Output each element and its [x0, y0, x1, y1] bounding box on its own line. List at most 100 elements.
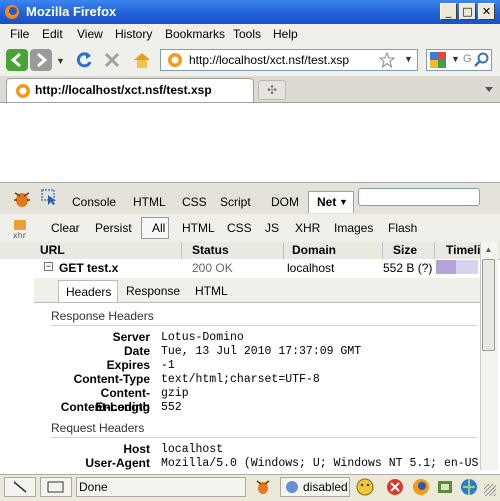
history-dropdown-icon[interactable]: ▼	[56, 56, 65, 66]
url-dropdown-icon[interactable]: ▼	[404, 54, 413, 64]
google-icon[interactable]	[430, 52, 448, 68]
menu-edit[interactable]: Edit	[42, 27, 63, 41]
addon-icon[interactable]	[412, 478, 430, 496]
site-identity-icon[interactable]	[167, 52, 183, 68]
collapse-row-icon[interactable]: −	[44, 262, 53, 271]
tab-script[interactable]: Script	[220, 195, 251, 209]
header-value: Tue, 13 Jul 2010 17:37:09 GMT	[161, 345, 362, 358]
page-favicon-icon	[16, 84, 30, 98]
menu-history[interactable]: History	[115, 27, 152, 41]
column-status[interactable]: Status	[192, 243, 229, 257]
url-bar[interactable]: http://localhost/xct.nsf/test.xsp ▼	[160, 49, 418, 71]
column-divider[interactable]	[181, 242, 182, 259]
home-icon[interactable]	[132, 50, 152, 70]
column-size[interactable]: Size	[393, 243, 417, 257]
menu-file[interactable]: File	[10, 27, 29, 41]
filter-images-button[interactable]: Images	[334, 221, 373, 235]
section-divider	[51, 325, 477, 326]
column-timeline[interactable]: Timeli	[446, 243, 480, 257]
disabled-label: disabled	[303, 480, 348, 494]
status-text-panel: Done	[76, 477, 246, 497]
timeline-bar	[436, 260, 456, 274]
tab-title: http://localhost/xct.nsf/test.xsp	[35, 83, 212, 97]
clear-button[interactable]: Clear	[51, 221, 80, 235]
search-placeholder-icon: G	[463, 53, 472, 65]
page-content[interactable]	[0, 103, 500, 182]
header-value: Mozilla/5.0 (Windows; U; Windows NT 5.1;…	[161, 457, 479, 470]
magnifier-icon[interactable]	[474, 52, 490, 68]
tab-css[interactable]: CSS	[182, 195, 207, 209]
header-name: Content-Length	[60, 400, 150, 414]
tool-icon[interactable]	[436, 478, 454, 496]
firefox-icon	[5, 5, 19, 19]
persist-button[interactable]: Persist	[95, 221, 132, 235]
firebug-status-icon[interactable]	[254, 478, 272, 496]
filter-html-button[interactable]: HTML	[182, 221, 215, 235]
header-value: 552	[161, 401, 182, 414]
resize-grip[interactable]	[484, 484, 496, 496]
column-divider[interactable]	[434, 242, 435, 259]
back-arrow-icon	[10, 52, 21, 68]
close-button[interactable]: ✕	[478, 3, 495, 20]
status-panel[interactable]	[4, 477, 36, 497]
tab-html-preview[interactable]: HTML	[195, 284, 228, 298]
column-domain[interactable]: Domain	[292, 243, 336, 257]
filter-css-button[interactable]: CSS	[227, 221, 252, 235]
header-name: Host	[123, 442, 150, 456]
smiley-icon[interactable]	[356, 478, 374, 496]
column-divider[interactable]	[283, 242, 284, 259]
bookmark-star-icon[interactable]	[379, 52, 395, 68]
firebug-bug-icon[interactable]	[12, 188, 32, 208]
tab-headers[interactable]: Headers	[58, 280, 118, 302]
maximize-button[interactable]: □	[459, 3, 476, 20]
tab-html[interactable]: HTML	[133, 195, 166, 209]
reload-icon[interactable]	[74, 50, 94, 70]
section-divider	[51, 437, 477, 438]
plugin-icon	[286, 481, 298, 493]
net-menu-dropdown-icon[interactable]: ▼	[339, 197, 348, 207]
tab-net[interactable]: Net ▼	[308, 191, 354, 213]
header-name: Expires	[106, 358, 150, 372]
filter-flash-button[interactable]: Flash	[388, 221, 417, 235]
tab-console[interactable]: Console	[72, 195, 116, 209]
tab-dom[interactable]: DOM	[271, 195, 299, 209]
filter-all-button[interactable]: All	[141, 217, 169, 239]
menu-view[interactable]: View	[77, 27, 103, 41]
globe-icon[interactable]	[460, 478, 478, 496]
request-headers-title: Request Headers	[51, 421, 145, 435]
status-text: Done	[79, 480, 108, 494]
error-icon[interactable]	[386, 478, 404, 496]
url-text: http://localhost/xct.nsf/test.xsp	[189, 53, 350, 67]
column-divider[interactable]	[382, 242, 383, 259]
inspect-element-icon[interactable]	[40, 188, 58, 206]
menu-tools[interactable]: Tools	[233, 27, 261, 41]
scroll-up-icon[interactable]: ▲	[482, 243, 495, 257]
request-status: 200 OK	[192, 261, 233, 275]
filter-xhr-button[interactable]: XHR	[295, 221, 320, 235]
svg-text:xhr: xhr	[13, 231, 27, 239]
minimize-button[interactable]: _	[440, 3, 457, 20]
menu-bookmarks[interactable]: Bookmarks	[165, 27, 225, 41]
scrollbar-thumb[interactable]	[482, 259, 495, 351]
tab-response[interactable]: Response	[126, 284, 180, 298]
response-headers-title: Response Headers	[51, 309, 154, 323]
status-panel[interactable]	[40, 477, 72, 497]
xhr-icon: xhr	[13, 220, 27, 239]
forward-button[interactable]	[30, 49, 52, 71]
window-title: Mozilla Firefox	[26, 4, 117, 19]
column-url[interactable]: URL	[40, 243, 65, 257]
menu-help[interactable]: Help	[273, 27, 298, 41]
search-engine-dropdown-icon[interactable]: ▼	[451, 54, 460, 64]
search-input[interactable]: ▼ G	[426, 49, 492, 71]
status-disabled-panel[interactable]: disabled	[280, 477, 350, 497]
list-all-tabs-icon[interactable]	[484, 84, 494, 94]
back-button[interactable]	[6, 49, 28, 71]
firebug-search-input[interactable]	[358, 188, 480, 206]
header-value: -1	[161, 359, 175, 372]
title-bar: Mozilla Firefox _ □ ✕	[0, 0, 500, 24]
stop-icon[interactable]	[103, 51, 121, 69]
new-tab-button[interactable]: ✣	[258, 80, 286, 100]
filter-js-button[interactable]: JS	[265, 221, 279, 235]
header-value: localhost	[161, 443, 224, 456]
tab-active[interactable]: http://localhost/xct.nsf/test.xsp	[6, 78, 254, 102]
